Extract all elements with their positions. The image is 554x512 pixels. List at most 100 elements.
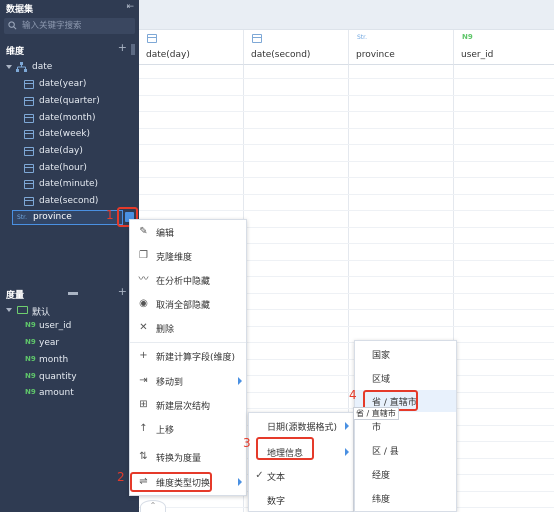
menu-item-edit[interactable]: ✎ 编辑: [130, 221, 246, 243]
menu-item-label: 取消全部隐藏: [156, 301, 211, 311]
grid-row-line: [139, 160, 554, 162]
column-header[interactable]: date(day): [139, 30, 244, 65]
add-dimension-icon[interactable]: +: [118, 41, 127, 54]
arrow-up-icon: ↑: [139, 423, 148, 434]
column-header[interactable]: N9 user_id: [454, 30, 554, 65]
clone-icon: ❐: [139, 250, 148, 261]
geo-item-latitude[interactable]: 纬度: [355, 487, 456, 509]
default-folder[interactable]: 默认: [0, 303, 139, 319]
menu-item-label: 删除: [156, 325, 175, 335]
menu-item-clone[interactable]: ❐ 克隆维度: [130, 245, 246, 267]
search-box[interactable]: [4, 18, 135, 34]
geo-item-district[interactable]: 区 / 县: [355, 439, 456, 461]
collapse-icon[interactable]: ⇤: [126, 2, 134, 12]
field-label: date(quarter): [39, 96, 100, 106]
menu-item-hide-in-analysis[interactable]: 〰在分析中隐藏: [130, 269, 246, 291]
search-input[interactable]: [22, 19, 132, 33]
add-measure-icon[interactable]: +: [118, 285, 127, 298]
menu-item-move-to[interactable]: ⇥ 移动到: [130, 370, 246, 392]
search-icon: [8, 21, 17, 30]
grid-row-line: [139, 111, 554, 112]
submenu-item-number[interactable]: 数字: [249, 489, 353, 511]
scroll-handle-icon[interactable]: ⌃: [140, 500, 166, 512]
field-label: date(day): [39, 146, 83, 156]
measure-label: quantity: [39, 372, 77, 382]
measure-item[interactable]: N9 amount: [0, 386, 139, 402]
step-1-badge: 1: [106, 208, 114, 222]
field-item[interactable]: date(hour): [0, 161, 139, 177]
geo-item-longitude[interactable]: 经度: [355, 463, 456, 485]
menu-item-label: 新建层次结构: [156, 402, 211, 412]
calendar-icon: [24, 97, 34, 106]
expand-icon[interactable]: [6, 65, 12, 69]
submenu-item-date[interactable]: 日期(源数据格式): [249, 415, 353, 437]
field-context-menu: ✎ 编辑 ❐ 克隆维度 〰在分析中隐藏 ◉ 取消全部隐藏 ✕ 删除 + 新建计算字段(维度…: [129, 219, 247, 496]
submenu-arrow-icon: [345, 448, 349, 456]
field-item[interactable]: date(minute): [0, 177, 139, 193]
measure-item[interactable]: N9 user_id: [0, 319, 139, 335]
field-item[interactable]: date(year): [0, 77, 139, 93]
submenu-arrow-icon: [238, 478, 242, 486]
column-header[interactable]: Str. province: [349, 30, 454, 65]
delete-icon: ✕: [139, 322, 148, 333]
field-label: date(hour): [39, 163, 87, 173]
grid-row-line: [139, 193, 554, 195]
calendar-icon: [147, 34, 157, 43]
field-item[interactable]: date(day): [0, 144, 139, 160]
menu-separator: [130, 342, 246, 343]
folder-label: 默认: [32, 308, 51, 318]
dimension-section-title: 维度: [6, 47, 25, 57]
field-label: date(minute): [39, 179, 99, 189]
menu-item-label: 文本: [267, 473, 286, 483]
column-header[interactable]: date(second): [244, 30, 349, 65]
string-type-icon: Str.: [17, 214, 27, 221]
menu-item-convert-to-measure[interactable]: ⇅ 转换为度量: [130, 446, 246, 468]
measure-section-title: 度量: [6, 291, 25, 301]
string-type-icon: Str.: [357, 34, 367, 41]
plus-icon: +: [139, 350, 148, 361]
province-label: province: [33, 212, 72, 222]
measure-item[interactable]: N9 year: [0, 336, 139, 352]
number-type-icon: N9: [462, 33, 473, 41]
calendar-icon: [24, 164, 34, 173]
grid-row-line: [139, 127, 554, 129]
submenu-item-text[interactable]: ✓ 文本: [249, 465, 353, 487]
field-label: date(week): [39, 129, 90, 139]
menu-item-label: 市: [372, 423, 382, 433]
grid-toolbar: [139, 0, 554, 30]
calendar-icon: [24, 114, 34, 123]
section-collapse-icon[interactable]: [68, 292, 78, 295]
field-item[interactable]: date(week): [0, 127, 139, 143]
measure-label: year: [39, 338, 60, 348]
expand-icon[interactable]: [6, 308, 12, 312]
menu-item-delete[interactable]: ✕ 删除: [130, 317, 246, 339]
grid-row-line: [139, 94, 554, 96]
section-grip-icon[interactable]: [131, 44, 135, 55]
menu-item-label: 区 / 县: [372, 447, 399, 457]
number-type-icon: N9: [25, 338, 36, 346]
date-group[interactable]: date: [0, 60, 139, 76]
edit-icon: ✎: [139, 226, 148, 237]
measure-item[interactable]: N9 quantity: [0, 370, 139, 386]
geo-submenu: 国家 区域 省 / 直辖市 市 区 / 县 经度 纬度: [354, 340, 457, 512]
menu-item-label: 新建计算字段(维度): [156, 353, 236, 363]
step-3-highlight: [256, 437, 314, 460]
eye-icon: ◉: [139, 298, 148, 309]
field-label: date(year): [39, 79, 87, 89]
tooltip: 省 / 直辖市: [353, 407, 399, 420]
field-label: date(second): [39, 196, 99, 206]
measure-item[interactable]: N9 month: [0, 353, 139, 369]
menu-item-move-up[interactable]: ↑ 上移: [130, 418, 246, 440]
menu-item-unhide-all[interactable]: ◉ 取消全部隐藏: [130, 293, 246, 315]
date-group-label: date: [32, 62, 53, 72]
geo-item-region[interactable]: 区域: [355, 367, 456, 389]
field-item[interactable]: date(quarter): [0, 94, 139, 110]
geo-item-country[interactable]: 国家: [355, 343, 456, 365]
menu-item-new-hierarchy[interactable]: ⊞ 新建层次结构: [130, 394, 246, 416]
column-label: date(day): [146, 50, 190, 60]
dataset-sidebar: 数据集 ⇤ 维度 + date date(year) date(quarter)…: [0, 0, 139, 512]
number-type-icon: N9: [25, 372, 36, 380]
menu-item-new-calc-field[interactable]: + 新建计算字段(维度): [130, 345, 246, 367]
measure-label: month: [39, 355, 69, 365]
field-item[interactable]: date(month): [0, 111, 139, 127]
